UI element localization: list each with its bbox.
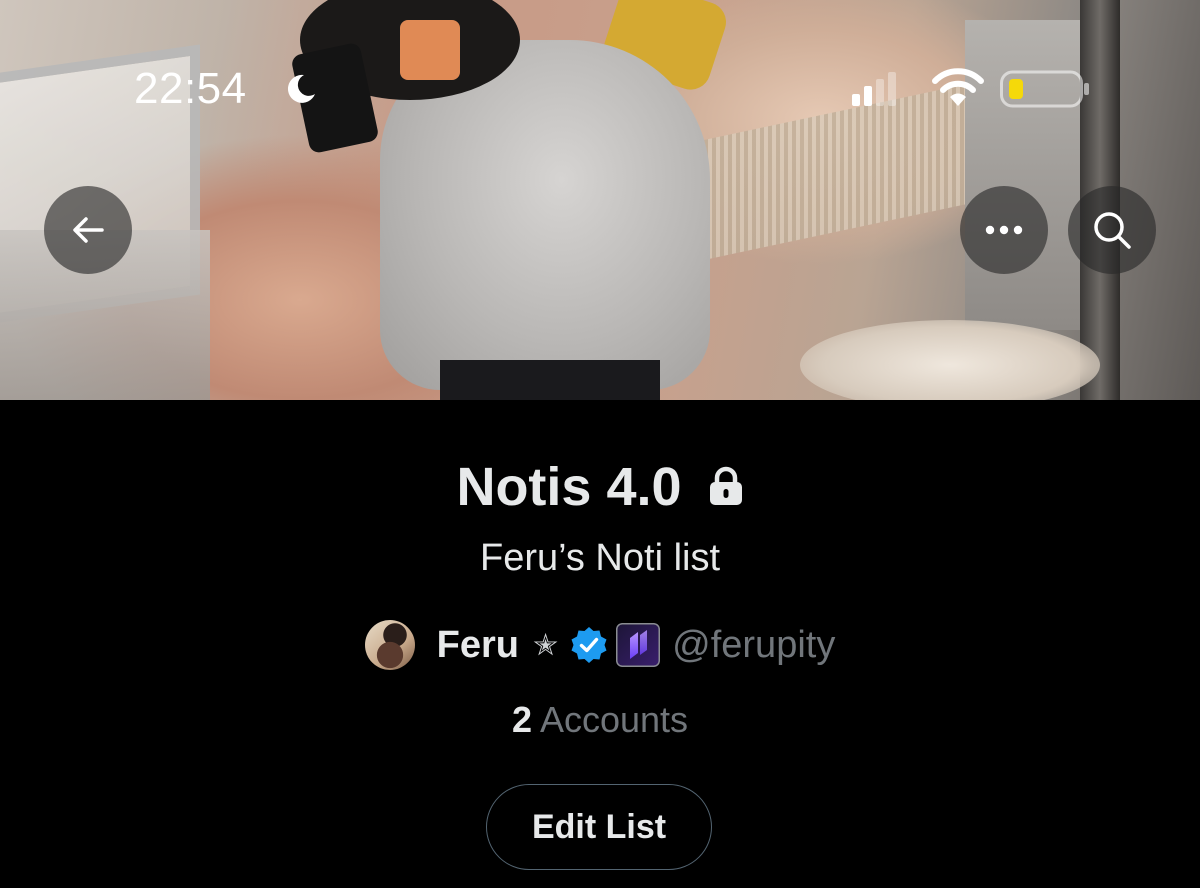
banner-rug bbox=[800, 320, 1100, 400]
members-count[interactable]: 2 Accounts bbox=[0, 699, 1200, 741]
banner-jeans bbox=[440, 360, 660, 400]
list-description: Feru’s Noti list bbox=[479, 537, 721, 579]
search-button[interactable] bbox=[1068, 186, 1156, 274]
edit-list-button[interactable]: Edit List bbox=[486, 784, 712, 870]
battery-icon bbox=[1000, 70, 1089, 108]
moon-icon bbox=[287, 74, 315, 103]
list-owner-row[interactable]: Feru ✭ @ferupity bbox=[0, 618, 1200, 672]
owner-avatar[interactable] bbox=[364, 620, 415, 670]
search-icon bbox=[1094, 212, 1131, 249]
accounts-count-label: Accounts bbox=[539, 699, 689, 740]
wifi-icon bbox=[932, 68, 984, 106]
back-arrow-icon bbox=[73, 217, 104, 243]
more-icon bbox=[985, 225, 1023, 235]
status-bar-time: 22:54 bbox=[134, 64, 247, 113]
verified-badge-icon bbox=[571, 627, 607, 663]
affiliate-badge-icon bbox=[616, 623, 661, 667]
cellular-signal-icon bbox=[852, 72, 896, 106]
accounts-count-value: 2 bbox=[511, 699, 532, 740]
star-glyph: ✭ bbox=[533, 628, 559, 662]
banner-phone-orange bbox=[400, 20, 460, 80]
owner-handle[interactable]: @ferupity bbox=[672, 624, 835, 667]
more-options-button[interactable] bbox=[960, 186, 1048, 274]
owner-display-name[interactable]: Feru bbox=[437, 624, 519, 667]
list-name: Notis 4.0 bbox=[456, 457, 682, 517]
list-title-row: Notis 4.0 bbox=[0, 455, 1200, 519]
back-button[interactable] bbox=[44, 186, 132, 274]
lock-icon bbox=[709, 466, 742, 505]
